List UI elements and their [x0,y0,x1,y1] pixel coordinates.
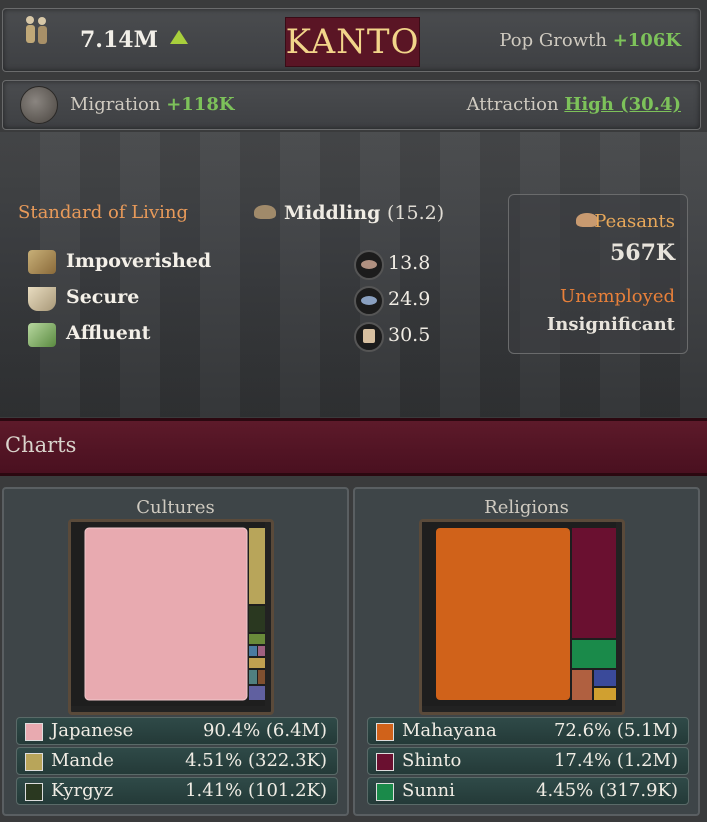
strata-secure[interactable]: Secure [66,286,139,308]
migration-label: Migration [70,94,161,115]
wheat-icon [28,250,56,274]
religions-treemap-svg [422,522,616,706]
pop-growth: Pop Growth +106K [499,30,681,51]
legend-name: Sunni [402,780,455,801]
treemap-mahayana[interactable] [436,528,570,700]
treemap-japanese[interactable] [84,527,248,701]
treemap-kyrgyz[interactable] [249,606,265,632]
swatch-kyrgyz [25,783,43,801]
affluent-hat-icon [354,322,384,352]
treemap-small-c[interactable] [594,688,616,700]
treemap-small-b[interactable] [594,670,616,686]
legend-row-sunni[interactable]: Sunni 4.45% (317.9K) [367,777,689,805]
treemap-small-1[interactable] [249,634,265,644]
globe-icon [20,86,58,124]
attraction-label: Attraction [466,94,559,115]
standard-of-living-level: Middling [284,202,381,224]
strata-impoverished[interactable]: Impoverished [66,250,211,272]
impoverished-value: 13.8 [388,252,431,274]
legend-row-mande[interactable]: Mande 4.51% (322.3K) [16,747,338,775]
swatch-shinto [376,753,394,771]
legend-name: Mande [51,750,114,771]
peasants-value: 567K [609,240,675,266]
treemap-small-a[interactable] [572,670,592,700]
charts-header: Charts [0,418,707,476]
legend-row-mahayana[interactable]: Mahayana 72.6% (5.1M) [367,717,689,745]
cultures-treemap[interactable] [68,519,274,715]
charts-title: Charts [5,433,77,457]
religions-title: Religions [484,497,569,518]
pop-growth-label: Pop Growth [499,30,607,51]
money-icon [28,323,56,347]
strata-affluent[interactable]: Affluent [66,322,150,344]
treemap-shinto[interactable] [572,528,616,638]
swatch-sunni [376,783,394,801]
treemap-small-6[interactable] [258,670,265,684]
migration-value: +118K [166,94,235,115]
legend-name: Mahayana [402,720,497,741]
treemap-sunni[interactable] [572,640,616,668]
swatch-mande [25,753,43,771]
attraction-link[interactable]: High (30.4) [564,94,681,115]
teacup-icon [28,287,56,311]
cultures-panel: Cultures Japanese 90.4% (6.4M) Mande 4.5… [2,487,349,816]
treemap-mande[interactable] [249,528,265,604]
legend-name: Kyrgyz [51,780,114,801]
peasants-label: Peasants [594,211,675,232]
religions-panel: Religions Mahayana 72.6% (5.1M) Shinto 1… [353,487,700,816]
legend-name: Shinto [402,750,462,771]
swatch-japanese [25,723,43,741]
legend-row-kyrgyz[interactable]: Kyrgyz 1.41% (101.2K) [16,777,338,805]
legend-row-japanese[interactable]: Japanese 90.4% (6.4M) [16,717,338,745]
standard-of-living-label: Standard of Living [18,202,188,223]
population-up-icon [170,30,188,44]
affluent-value: 30.5 [388,324,431,346]
legend-value: 1.41% (101.2K) [185,780,327,801]
treemap-small-2[interactable] [249,646,257,656]
religions-treemap[interactable] [419,519,625,715]
legend-value: 90.4% (6.4M) [202,720,327,741]
legend-value: 4.51% (322.3K) [185,750,327,771]
state-title: KANTO [285,17,420,67]
middling-hat-icon [254,205,276,219]
swatch-mahayana [376,723,394,741]
legend-value: 17.4% (1.2M) [553,750,678,771]
standard-of-living-value: Middling (15.2) [284,202,444,224]
legend-name: Japanese [51,720,134,741]
population-icon [26,16,47,44]
treemap-small-7[interactable] [249,686,265,700]
unemployed-label: Unemployed [560,286,675,307]
cultures-treemap-svg [71,522,265,706]
legend-value: 72.6% (5.1M) [553,720,678,741]
secure-hat-icon [354,286,384,316]
treemap-small-5[interactable] [249,670,257,684]
cultures-title: Cultures [136,497,215,518]
treemap-small-4[interactable] [249,658,265,668]
attraction: Attraction High (30.4) [467,94,681,115]
legend-row-shinto[interactable]: Shinto 17.4% (1.2M) [367,747,689,775]
standard-of-living-number: (15.2) [386,202,445,224]
treemap-small-3[interactable] [258,646,265,656]
legend-value: 4.45% (317.9K) [536,780,678,801]
migration: Migration +118K [70,94,235,115]
pop-growth-value: +106K [612,30,681,51]
population-value: 7.14M [80,27,158,53]
secure-value: 24.9 [388,288,431,310]
unemployed-value: Insignificant [546,314,675,335]
impoverished-hat-icon [354,250,384,280]
